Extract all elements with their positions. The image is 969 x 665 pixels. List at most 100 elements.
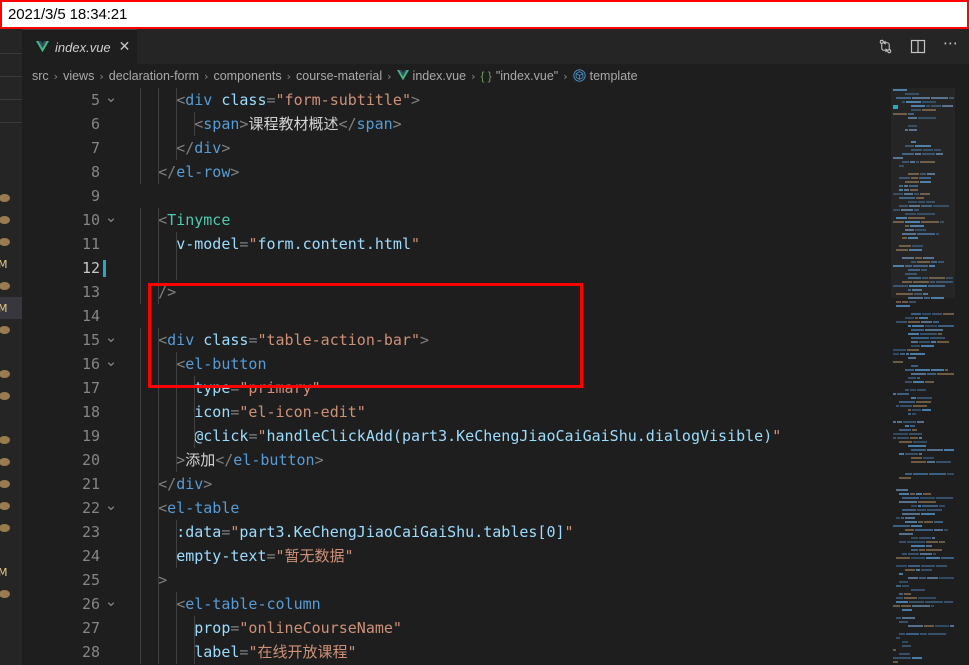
file-explorer-sidebar[interactable]: M M M (0, 29, 22, 665)
code-line[interactable]: </el-row> (122, 160, 907, 184)
tab-index-vue[interactable]: index.vue ✕ (22, 29, 137, 64)
gutter-line[interactable]: 17 (22, 376, 122, 400)
code-content[interactable]: <div class="form-subtitle"> <span>课程教材概述… (122, 88, 907, 665)
code-line[interactable]: <div class="table-action-bar"> (122, 328, 907, 352)
gutter-line[interactable]: 11 (22, 232, 122, 256)
minimap[interactable] (891, 88, 955, 665)
more-actions-icon[interactable]: ⋯ (943, 36, 959, 57)
code-line[interactable] (122, 256, 907, 280)
gutter-line[interactable]: 25 (22, 568, 122, 592)
explorer-file-row[interactable] (0, 473, 22, 495)
code-line[interactable] (122, 304, 907, 328)
gutter-line[interactable]: 27 (22, 616, 122, 640)
gutter-line[interactable]: 15 ⌄ (22, 328, 122, 352)
split-editor-icon[interactable] (910, 39, 926, 54)
gutter-line[interactable]: 8 (22, 160, 122, 184)
explorer-file-row[interactable] (0, 407, 22, 429)
code-line[interactable]: </div> (122, 136, 907, 160)
gutter-line[interactable]: 16 ⌄ (22, 352, 122, 376)
gutter-line[interactable]: 13 (22, 280, 122, 304)
code-line[interactable]: label="在线开放课程" (122, 640, 907, 664)
breadcrumb-item-views[interactable]: views (63, 69, 94, 83)
breadcrumb-item-components[interactable]: components (213, 69, 281, 83)
explorer-file-row[interactable]: M (0, 253, 22, 275)
code-line[interactable]: /> (122, 280, 907, 304)
code-line[interactable]: prop="onlineCourseName" (122, 616, 907, 640)
explorer-file-row[interactable]: M (0, 561, 22, 583)
explorer-file-row[interactable] (0, 517, 22, 539)
explorer-file-row[interactable]: M (0, 297, 22, 319)
code-line[interactable]: type="primary" (122, 376, 907, 400)
explorer-file-row[interactable] (0, 363, 22, 385)
gutter-line[interactable]: 19 (22, 424, 122, 448)
minimap-token (940, 557, 954, 559)
breadcrumb-item-coursematerial[interactable]: course-material (296, 69, 382, 83)
code-line[interactable]: :data="part3.KeChengJiaoCaiGaiShu.tables… (122, 520, 907, 544)
gutter-line[interactable]: 21 (22, 472, 122, 496)
breadcrumb-item-declarationform[interactable]: declaration-form (109, 69, 199, 83)
source-control-icon[interactable] (878, 39, 893, 54)
explorer-section-header[interactable] (0, 54, 22, 76)
code-editor[interactable]: 5 ⌄ 6 7 8 9 10 ⌄ 11 12 13 14 15 ⌄ 16 ⌄ 17 18 19 20 21 22 ⌄ 23 24… (22, 88, 969, 665)
breadcrumb-item-template[interactable]: template (572, 69, 638, 83)
explorer-file-row[interactable] (0, 187, 22, 209)
gutter-line[interactable]: 6 (22, 112, 122, 136)
code-line[interactable]: <span>课程教材概述</span> (122, 112, 907, 136)
code-line[interactable]: @click="handleClickAdd(part3.KeChengJiao… (122, 424, 907, 448)
code-line[interactable]: <div class="form-subtitle"> (122, 88, 907, 112)
explorer-file-row[interactable] (0, 341, 22, 363)
minimap-token (921, 513, 935, 515)
gutter-line[interactable]: 28 (22, 640, 122, 664)
explorer-file-row[interactable] (0, 429, 22, 451)
explorer-file-row[interactable] (0, 275, 22, 297)
code-line[interactable]: v-model="form.content.html" (122, 232, 907, 256)
gutter-line[interactable]: 26 ⌄ (22, 592, 122, 616)
breadcrumb-separator: › (471, 69, 476, 83)
explorer-file-row[interactable] (0, 209, 22, 231)
gutter-line[interactable]: 24 (22, 544, 122, 568)
code-line[interactable]: <el-button (122, 352, 907, 376)
code-line[interactable]: <Tinymce (122, 208, 907, 232)
explorer-file-row[interactable] (0, 385, 22, 407)
explorer-section-open-editors[interactable] (0, 29, 22, 53)
gutter-line[interactable]: 23 (22, 520, 122, 544)
explorer-file-row[interactable] (0, 583, 22, 605)
code-line[interactable]: >添加</el-button> (122, 448, 907, 472)
gutter-line[interactable]: 18 (22, 400, 122, 424)
gutter-line[interactable]: 7 (22, 136, 122, 160)
chevron-down-icon[interactable]: ⌄ (100, 88, 122, 112)
gutter-line[interactable]: 9 (22, 184, 122, 208)
chevron-down-icon[interactable]: ⌄ (100, 328, 122, 352)
minimap-slider[interactable] (891, 88, 955, 298)
explorer-section-header[interactable] (0, 100, 22, 122)
minimap-token (909, 301, 916, 303)
chevron-down-icon[interactable]: ⌄ (100, 208, 122, 232)
explorer-file-row[interactable] (0, 539, 22, 561)
code-line[interactable]: </div> (122, 472, 907, 496)
code-line[interactable] (122, 184, 907, 208)
explorer-file-row[interactable] (0, 231, 22, 253)
close-icon[interactable]: ✕ (117, 40, 131, 54)
gutter-line[interactable]: 20 (22, 448, 122, 472)
chevron-down-icon[interactable]: ⌄ (100, 592, 122, 616)
chevron-down-icon[interactable]: ⌄ (100, 352, 122, 376)
gutter-line[interactable]: 5 ⌄ (22, 88, 122, 112)
gutter-line[interactable]: 14 (22, 304, 122, 328)
explorer-file-row[interactable] (0, 319, 22, 341)
code-line[interactable]: > (122, 568, 907, 592)
code-line[interactable]: empty-text="暂无数据" (122, 544, 907, 568)
gutter-line[interactable]: 12 (22, 256, 122, 280)
explorer-file-row[interactable] (0, 451, 22, 473)
breadcrumb-item-indexvue[interactable]: { } "index.vue" (480, 69, 558, 83)
code-line[interactable]: <el-table-column (122, 592, 907, 616)
code-line[interactable]: <el-table (122, 496, 907, 520)
chevron-down-icon[interactable]: ⌄ (100, 496, 122, 520)
code-line[interactable]: icon="el-icon-edit" (122, 400, 907, 424)
explorer-file-row[interactable] (0, 495, 22, 517)
explorer-section-header[interactable] (0, 77, 22, 99)
breadcrumb-item-src[interactable]: src (32, 69, 49, 83)
editor-scrollbar[interactable] (955, 88, 969, 665)
gutter-line[interactable]: 10 ⌄ (22, 208, 122, 232)
gutter-line[interactable]: 22 ⌄ (22, 496, 122, 520)
breadcrumb-item-indexvue[interactable]: index.vue (396, 69, 466, 83)
